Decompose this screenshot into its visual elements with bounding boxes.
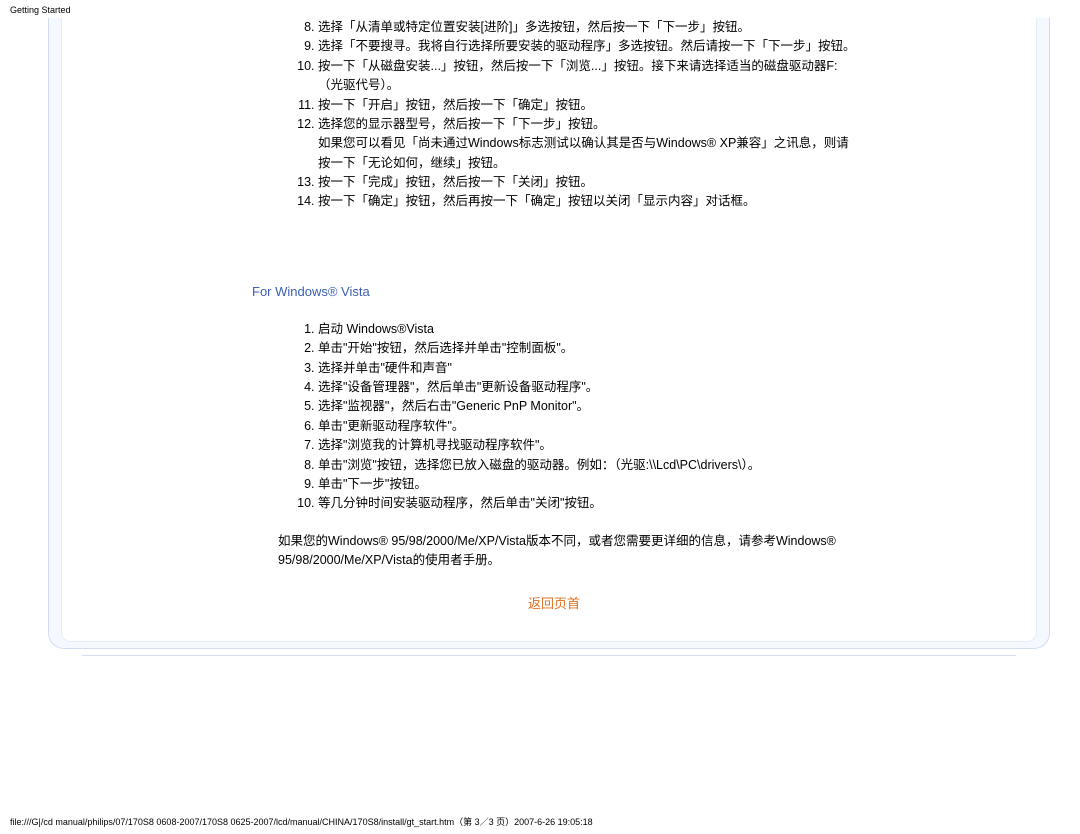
- footnote-paragraph: 如果您的Windows® 95/98/2000/Me/XP/Vista版本不同，…: [278, 532, 856, 571]
- instruction-list-xp: 选择「从清单或特定位置安装[进阶]」多选按钮，然后按一下「下一步」按钮。选择「不…: [252, 18, 856, 212]
- list-item: 选择并单击"硬件和声音": [318, 359, 856, 378]
- content-panel: 选择「从清单或特定位置安装[进阶]」多选按钮，然后按一下「下一步」按钮。选择「不…: [61, 18, 1037, 632]
- list-item: 按一下「完成」按钮，然后按一下「关闭」按钮。: [318, 173, 856, 192]
- back-to-top-container: 返回页首: [252, 594, 856, 614]
- list-item: 选择「从清单或特定位置安装[进阶]」多选按钮，然后按一下「下一步」按钮。: [318, 18, 856, 37]
- list-item: 单击"开始"按钮，然后选择并单击"控制面板"。: [318, 339, 856, 358]
- separator-line: [82, 655, 1016, 656]
- footer-path: file:///G|/cd manual/philips/07/170S8 06…: [10, 815, 593, 828]
- section-title-vista: For Windows® Vista: [252, 282, 856, 302]
- back-to-top-link[interactable]: 返回页首: [528, 596, 580, 611]
- content-area: 选择「从清单或特定位置安装[进阶]」多选按钮，然后按一下「下一步」按钮。选择「不…: [62, 18, 1036, 615]
- list-item: 单击"更新驱动程序软件"。: [318, 417, 856, 436]
- list-item: 选择"设备管理器"，然后单击"更新设备驱动程序"。: [318, 378, 856, 397]
- list-item: 等几分钟时间安装驱动程序，然后单击"关闭"按钮。: [318, 494, 856, 513]
- list-item: 按一下「从磁盘安装...」按钮，然后按一下「浏览...」按钮。接下来请选择适当的…: [318, 57, 856, 96]
- list-item: 启动 Windows®Vista: [318, 320, 856, 339]
- list-item: 按一下「确定」按钮，然后再按一下「确定」按钮以关闭「显示内容」对话框。: [318, 192, 856, 211]
- content-frame: 选择「从清单或特定位置安装[进阶]」多选按钮，然后按一下「下一步」按钮。选择「不…: [48, 18, 1050, 632]
- list-item: 选择您的显示器型号，然后按一下「下一步」按钮。 如果您可以看见「尚未通过Wind…: [318, 115, 856, 173]
- list-item: 按一下「开启」按钮，然后按一下「确定」按钮。: [318, 96, 856, 115]
- instruction-list-vista: 启动 Windows®Vista单击"开始"按钮，然后选择并单击"控制面板"。选…: [252, 320, 856, 514]
- frame-bottom-inner: [61, 628, 1037, 642]
- list-item: 单击"下一步"按钮。: [318, 475, 856, 494]
- list-item: 单击"浏览"按钮，选择您已放入磁盘的驱动器。例如：（光驱:\\Lcd\PC\dr…: [318, 456, 856, 475]
- page-header-label: Getting Started: [10, 5, 71, 15]
- list-item: 选择"浏览我的计算机寻找驱动程序软件"。: [318, 436, 856, 455]
- frame-bottom-cap: [48, 632, 1050, 649]
- list-item: 选择"监视器"，然后右击"Generic PnP Monitor"。: [318, 397, 856, 416]
- list-item: 选择「不要搜寻。我将自行选择所要安装的驱动程序」多选按钮。然后请按一下「下一步」…: [318, 37, 856, 56]
